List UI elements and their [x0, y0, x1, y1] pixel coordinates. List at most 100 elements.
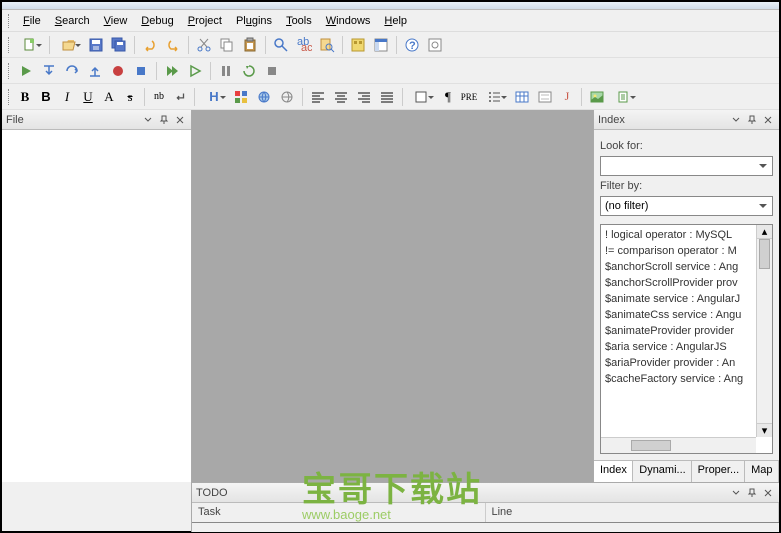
index-list-item[interactable]: $anchorScrollProvider prov — [603, 275, 754, 291]
align-justify-button[interactable] — [376, 86, 398, 108]
restart-button[interactable] — [238, 60, 260, 82]
index-tab[interactable]: Dynami... — [633, 461, 691, 482]
breakpoint-button[interactable] — [107, 60, 129, 82]
scroll-thumb[interactable] — [759, 239, 770, 269]
step-into-button[interactable] — [38, 60, 60, 82]
menu-project[interactable]: Project — [181, 12, 229, 30]
close-icon[interactable] — [173, 113, 187, 127]
layout-button[interactable] — [370, 34, 392, 56]
look-for-input[interactable] — [600, 156, 773, 176]
table-button[interactable] — [511, 86, 533, 108]
run-button[interactable] — [15, 60, 37, 82]
menu-debug[interactable]: Debug — [134, 12, 180, 30]
replace-button[interactable]: abac — [293, 34, 315, 56]
stop-button[interactable] — [130, 60, 152, 82]
menubar-grip[interactable] — [8, 14, 12, 28]
help-button[interactable]: ? — [401, 34, 423, 56]
menu-windows[interactable]: Windows — [319, 12, 378, 30]
copy-button[interactable] — [216, 34, 238, 56]
toolbar-grip-3[interactable] — [8, 89, 12, 105]
pin-icon[interactable] — [745, 113, 759, 127]
find-button[interactable] — [270, 34, 292, 56]
index-list-item[interactable]: $animate service : AngularJ — [603, 291, 754, 307]
index-list-item[interactable]: ! logical operator : MySQL — [603, 227, 754, 243]
step-over-button[interactable] — [61, 60, 83, 82]
todo-col-task[interactable]: Task — [192, 503, 486, 522]
toolbar-grip-2[interactable] — [8, 63, 12, 79]
pin-icon[interactable] — [157, 113, 171, 127]
save-all-button[interactable] — [108, 34, 130, 56]
new-file-button[interactable] — [15, 34, 45, 56]
scrollbar-horizontal[interactable] — [601, 437, 756, 453]
font-button[interactable]: A — [99, 87, 119, 107]
bold-alt-button[interactable]: B — [36, 87, 56, 107]
filter-by-select[interactable]: (no filter) — [600, 196, 773, 216]
nonbreaking-button[interactable]: nb — [149, 87, 169, 107]
stop-debug-button[interactable] — [261, 60, 283, 82]
index-list-item[interactable]: $cacheFactory service : Ang — [603, 371, 754, 387]
menu-view[interactable]: View — [97, 12, 135, 30]
find-in-files-button[interactable] — [316, 34, 338, 56]
bold-button[interactable]: B — [15, 87, 35, 107]
link-button[interactable] — [253, 86, 275, 108]
menu-help[interactable]: Help — [377, 12, 414, 30]
todo-col-line[interactable]: Line — [486, 503, 780, 522]
br-button[interactable] — [170, 87, 190, 107]
module-button[interactable] — [347, 34, 369, 56]
anchor-button[interactable] — [276, 86, 298, 108]
index-list-item[interactable]: $aria service : AngularJS — [603, 339, 754, 355]
pre-button[interactable]: PRE — [459, 87, 479, 107]
close-icon[interactable] — [761, 113, 775, 127]
strikethrough-button[interactable]: s — [120, 87, 140, 107]
script-button[interactable]: J — [557, 87, 577, 107]
scroll-thumb-h[interactable] — [631, 440, 671, 451]
close-icon[interactable] — [761, 486, 775, 500]
todo-panel-title: TODO — [196, 487, 727, 499]
index-tab[interactable]: Proper... — [692, 461, 746, 482]
form-button[interactable] — [534, 86, 556, 108]
redo-button[interactable] — [162, 34, 184, 56]
open-button[interactable] — [54, 34, 84, 56]
scroll-up-icon[interactable]: ▴ — [757, 225, 772, 239]
menu-search[interactable]: Search — [48, 12, 97, 30]
undo-button[interactable] — [139, 34, 161, 56]
align-left-button[interactable] — [307, 86, 329, 108]
run-debug-button[interactable] — [184, 60, 206, 82]
scroll-down-icon[interactable]: ▾ — [757, 423, 772, 437]
underline-button[interactable]: U — [78, 87, 98, 107]
pin-icon[interactable] — [745, 486, 759, 500]
editor-area[interactable] — [192, 110, 593, 482]
index-list-item[interactable]: != comparison operator : M — [603, 243, 754, 259]
menu-file[interactable]: File — [16, 12, 48, 30]
heading-button[interactable]: H — [199, 86, 229, 108]
align-right-button[interactable] — [353, 86, 375, 108]
menu-tools[interactable]: Tools — [279, 12, 319, 30]
block-button[interactable] — [407, 86, 437, 108]
color-button[interactable] — [230, 86, 252, 108]
run-fast-button[interactable] — [161, 60, 183, 82]
dropdown-icon[interactable] — [141, 113, 155, 127]
paste-button[interactable] — [239, 34, 261, 56]
index-list-item[interactable]: $animateCss service : Angu — [603, 307, 754, 323]
cut-button[interactable] — [193, 34, 215, 56]
settings-button[interactable] — [424, 34, 446, 56]
index-list-item[interactable]: $anchorScroll service : Ang — [603, 259, 754, 275]
align-center-button[interactable] — [330, 86, 352, 108]
paragraph-button[interactable]: ¶ — [438, 87, 458, 107]
index-tab[interactable]: Index — [594, 461, 633, 482]
index-tab[interactable]: Map — [745, 461, 779, 482]
italic-button[interactable]: I — [57, 87, 77, 107]
dropdown-icon[interactable] — [729, 113, 743, 127]
dropdown-icon[interactable] — [729, 486, 743, 500]
menu-plugins[interactable]: Plugins — [229, 12, 279, 30]
scrollbar-vertical[interactable]: ▴ ▾ — [756, 225, 772, 437]
pause-button[interactable] — [215, 60, 237, 82]
index-list-item[interactable]: $animateProvider provider — [603, 323, 754, 339]
list-button[interactable] — [480, 86, 510, 108]
toolbar-grip[interactable] — [8, 37, 12, 53]
index-list-item[interactable]: $ariaProvider provider : An — [603, 355, 754, 371]
save-button[interactable] — [85, 34, 107, 56]
insert-button[interactable] — [609, 86, 639, 108]
image-button[interactable] — [586, 86, 608, 108]
step-out-button[interactable] — [84, 60, 106, 82]
